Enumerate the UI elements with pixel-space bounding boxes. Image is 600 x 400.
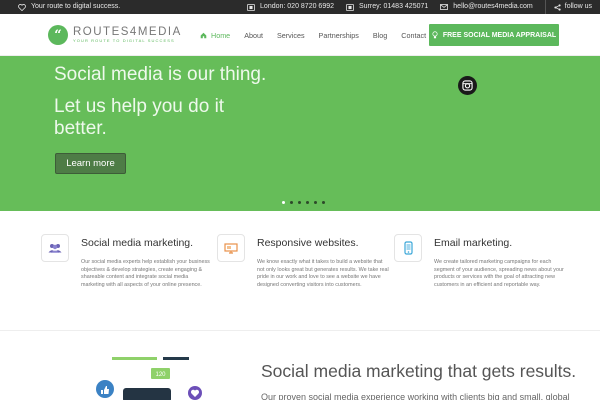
london-phone[interactable]: London: 020 8720 6992 — [247, 0, 334, 14]
feature-description: We know exactly what it takes to build a… — [257, 259, 389, 288]
mail-icon — [440, 4, 449, 10]
slider-dot[interactable] — [290, 201, 293, 204]
email-link[interactable]: hello@routes4media.com — [440, 0, 533, 14]
slider-pagination — [282, 201, 325, 204]
slider-dot[interactable] — [282, 201, 285, 204]
learn-more-button[interactable]: Learn more — [55, 153, 126, 174]
hero-headline: Social media is our thing. — [54, 64, 267, 85]
phone-icon — [247, 3, 255, 11]
nav-item-contact[interactable]: Contact — [394, 31, 433, 40]
monitor-icon — [224, 242, 238, 254]
feature-icon-box — [394, 234, 422, 262]
nav-item-blog[interactable]: Blog — [366, 31, 394, 40]
slider-dot[interactable] — [298, 201, 301, 204]
feature-icon-box — [41, 234, 69, 262]
people-icon — [48, 244, 62, 253]
nav-menu: Home About Services Partnerships Blog Co… — [193, 14, 433, 56]
top-tagline: Your route to digital success. — [18, 0, 120, 14]
slider-dot[interactable] — [314, 201, 317, 204]
share-icon — [554, 3, 561, 11]
phone-icon — [123, 388, 171, 400]
social-media-illustration: 120 — [96, 357, 202, 400]
logo-name: ROUTES4MEDIA — [73, 26, 182, 38]
nav-item-about[interactable]: About — [237, 31, 270, 40]
nav-item-label: Partnerships — [318, 30, 359, 40]
nav-item-label: Blog — [372, 30, 388, 40]
feature-title: Social media marketing. — [81, 237, 194, 249]
nav-item-label: About — [244, 30, 263, 40]
feature-icon-box — [217, 234, 245, 262]
feature-description: We create tailored marketing campaigns f… — [434, 259, 564, 288]
tagline-text: Your route to digital success. — [31, 3, 121, 10]
instagram-icon[interactable] — [458, 76, 477, 95]
feature-title: Responsive websites. — [257, 237, 359, 249]
top-bar: Your route to digital success. London: 0… — [0, 0, 600, 14]
illustration-bar-green — [112, 357, 157, 360]
nav-item-label: Services — [276, 30, 305, 40]
email-text: hello@routes4media.com — [453, 3, 533, 10]
follow-us-label: follow us — [564, 3, 592, 10]
hero-slider: Social media is our thing. Let us help y… — [0, 56, 600, 211]
features-section: Social media marketing. Our social media… — [0, 211, 600, 331]
heart-icon — [18, 3, 26, 11]
lightbulb-icon — [432, 31, 438, 39]
illustration-bar-dark — [163, 357, 189, 360]
feature-description: Our social media experts help establish … — [81, 259, 210, 288]
nav-item-label: Home — [211, 30, 231, 40]
phone-icon — [346, 3, 354, 11]
section-title: Social media marketing that gets results… — [261, 361, 577, 381]
follow-us-dropdown[interactable]: follow us — [544, 0, 592, 14]
free-appraisal-button[interactable]: FREE SOCIAL MEDIA APPRAISAL — [429, 24, 559, 46]
logo-tagline: YOUR ROUTE TO DIGITAL SUCCESS — [73, 38, 175, 43]
free-appraisal-label: FREE SOCIAL MEDIA APPRAISAL — [442, 31, 557, 39]
hero-subheadline: Let us help you do it better. — [54, 96, 225, 139]
section-text: Our proven social media experience worki… — [261, 392, 570, 400]
nav-item-home[interactable]: Home — [193, 31, 237, 40]
nav-item-label: Contact — [401, 30, 427, 40]
london-phone-text: London: 020 8720 6992 — [260, 3, 334, 10]
slider-dot[interactable] — [322, 201, 325, 204]
logo-quote-mark: “ — [48, 25, 68, 45]
feature-title: Email marketing. — [434, 237, 513, 249]
home-icon — [200, 32, 207, 38]
nav-item-partnerships[interactable]: Partnerships — [312, 31, 366, 40]
logo[interactable]: “ ROUTES4MEDIA YOUR ROUTE TO DIGITAL SUC… — [48, 25, 182, 45]
illustration-badge-text: 120 — [155, 372, 166, 378]
nav-item-services[interactable]: Services — [270, 31, 312, 40]
main-navigation: “ ROUTES4MEDIA YOUR ROUTE TO DIGITAL SUC… — [0, 14, 600, 56]
surrey-phone-text: Surrey: 01483 425071 — [359, 3, 429, 10]
surrey-phone[interactable]: Surrey: 01483 425071 — [346, 0, 428, 14]
slider-dot[interactable] — [306, 201, 309, 204]
mobile-icon — [403, 241, 413, 255]
